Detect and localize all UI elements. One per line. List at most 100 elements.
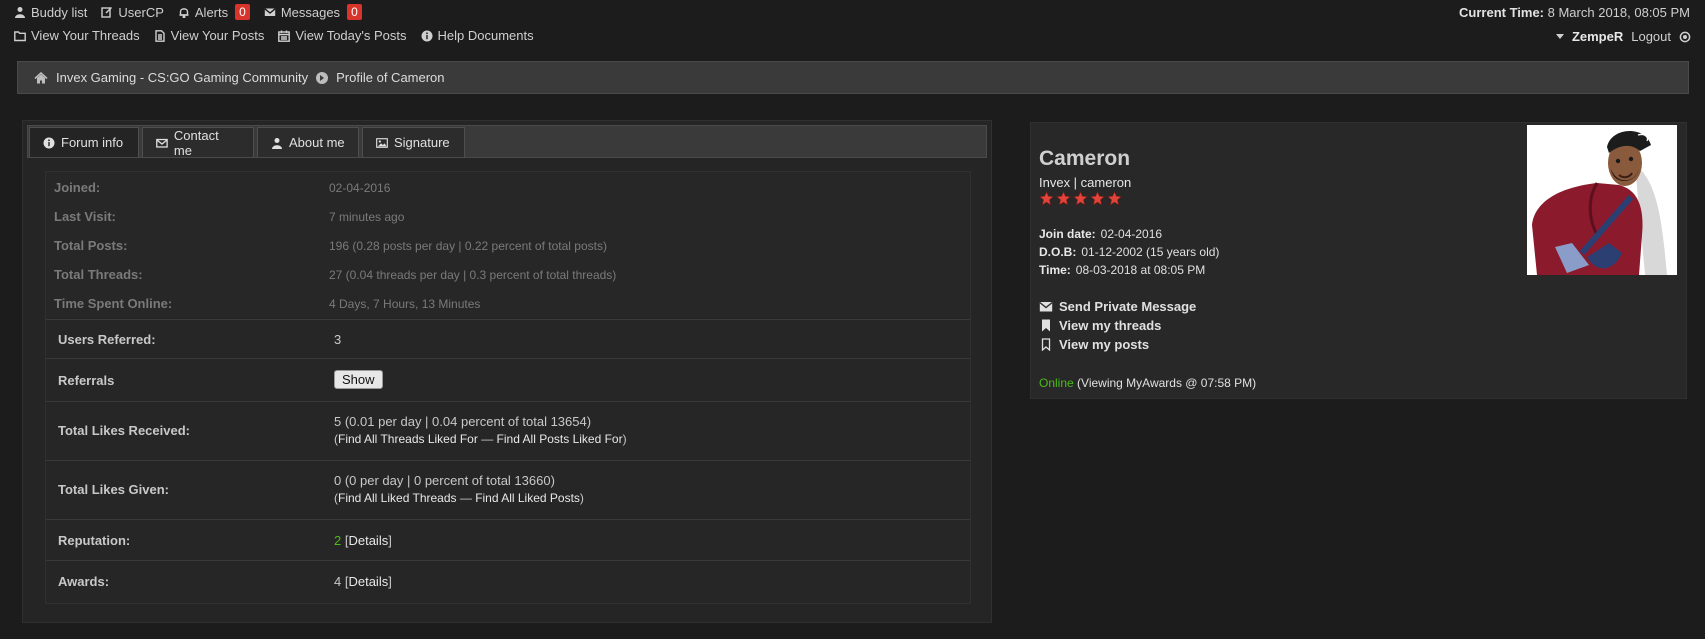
table-row-last-visit: Last Visit: 7 minutes ago xyxy=(46,201,970,230)
likes-given-label: Total Likes Given: xyxy=(58,482,170,497)
awards-value: 4 xyxy=(334,574,342,589)
todays-posts-link[interactable]: View Today's Posts xyxy=(278,28,407,43)
home-icon[interactable] xyxy=(34,71,48,84)
todays-posts-label: View Today's Posts xyxy=(295,28,407,43)
envelope-icon xyxy=(156,138,168,148)
edit-icon xyxy=(101,7,113,18)
find-threads-liked-link[interactable]: Find All Threads Liked For xyxy=(338,432,478,446)
chevron-right-icon xyxy=(316,71,329,84)
view-my-posts-label: View my posts xyxy=(1059,337,1150,352)
profile-usertitle: Invex | cameron xyxy=(1039,175,1132,190)
join-date-label: Join date: xyxy=(1039,227,1096,241)
logout-link[interactable]: Logout xyxy=(1631,29,1671,44)
time-online-label: Time Spent Online: xyxy=(54,296,173,311)
reputation-label: Reputation: xyxy=(58,533,131,548)
table-row-time-online: Time Spent Online: 4 Days, 7 Hours, 13 M… xyxy=(46,288,970,317)
view-my-posts-link[interactable]: View my posts xyxy=(1039,337,1149,352)
send-pm-link[interactable]: Send Private Message xyxy=(1039,299,1196,314)
folder-icon xyxy=(14,30,26,41)
current-time-value: 8 March 2018, 08:05 PM xyxy=(1547,5,1690,20)
find-posts-liked-link[interactable]: Find All Posts Liked For xyxy=(497,432,623,446)
bookmark-icon xyxy=(1042,319,1050,332)
table-row-users-referred: Users Referred: 3 xyxy=(46,319,970,358)
current-time-label: Current Time: xyxy=(1459,5,1545,20)
usercp-link[interactable]: UserCP xyxy=(101,5,164,20)
username-link[interactable]: ZempeR xyxy=(1572,29,1623,44)
join-date-value: 02-04-2016 xyxy=(1100,227,1163,241)
star-icon xyxy=(1107,191,1122,206)
tab-signature[interactable]: Signature xyxy=(362,127,465,157)
avatar[interactable] xyxy=(1527,125,1677,275)
table-row-likes-given: Total Likes Given: 0 (0 per day | 0 perc… xyxy=(46,460,970,519)
avatar-illustration xyxy=(1527,125,1677,275)
total-threads-label: Total Threads: xyxy=(54,267,143,282)
online-activity: (Viewing MyAwards @ 07:58 PM) xyxy=(1077,376,1257,390)
tab-about-me-label: About me xyxy=(289,135,345,150)
top-bar: Buddy list UserCP Alerts 0 Messages 0 Vi… xyxy=(0,0,1705,48)
profile-tabs: Forum info Contact me About me Signature xyxy=(27,125,987,158)
forum-info-table: Joined: 02-04-2016 Last Visit: 7 minutes… xyxy=(45,171,971,604)
breadcrumb-home-link[interactable]: Invex Gaming - CS:GO Gaming Community xyxy=(56,70,308,85)
likes-given-value: 0 (0 per day | 0 percent of total 13660) xyxy=(334,473,555,488)
awards-details-link[interactable]: Details xyxy=(348,574,388,589)
profile-name: Cameron xyxy=(1039,147,1131,170)
messages-count-badge: 0 xyxy=(347,4,362,20)
star-icon xyxy=(1073,191,1088,206)
dob-row: D.O.B: 01-12-2002 (15 years old) xyxy=(1039,245,1219,259)
calendar-icon xyxy=(278,30,291,42)
messages-label: Messages xyxy=(280,4,341,20)
view-threads-label: View Your Threads xyxy=(31,28,140,43)
users-referred-value: 3 xyxy=(334,332,342,347)
joined-label: Joined: xyxy=(54,180,101,195)
likes-received-label: Total Likes Received: xyxy=(58,423,190,438)
help-documents-link[interactable]: Help Documents xyxy=(421,28,534,43)
alerts-link[interactable]: Alerts 0 xyxy=(178,4,250,20)
alerts-count-badge: 0 xyxy=(235,4,250,20)
document-icon xyxy=(154,29,165,42)
top-nav-row: Buddy list UserCP Alerts 0 Messages 0 xyxy=(14,4,362,20)
table-row-reputation: Reputation: 2 [Details] xyxy=(46,519,970,560)
info-icon xyxy=(421,30,432,41)
tab-contact-me[interactable]: Contact me xyxy=(142,127,254,158)
buddy-list-link[interactable]: Buddy list xyxy=(14,5,87,20)
view-posts-label: View Your Posts xyxy=(170,28,265,43)
find-liked-threads-link[interactable]: Find All Liked Threads xyxy=(338,491,457,505)
online-status-label: Online xyxy=(1039,376,1074,390)
find-liked-posts-link[interactable]: Find All Liked Posts xyxy=(475,491,580,505)
view-posts-link[interactable]: View Your Posts xyxy=(154,28,265,43)
caret-down-icon[interactable] xyxy=(1555,34,1564,39)
user-icon xyxy=(15,7,25,18)
users-referred-label: Users Referred: xyxy=(58,332,156,347)
referrals-show-button[interactable]: Show xyxy=(334,370,383,389)
likes-received-value: 5 (0.01 per day | 0.04 percent of total … xyxy=(334,414,592,429)
view-threads-link[interactable]: View Your Threads xyxy=(14,28,140,43)
dob-value: 01-12-2002 (15 years old) xyxy=(1081,245,1220,259)
buddy-list-label: Buddy list xyxy=(31,4,88,20)
help-documents-label: Help Documents xyxy=(437,28,534,43)
total-posts-label: Total Posts: xyxy=(54,238,128,253)
awards-value-wrap: 4 [Details] xyxy=(334,574,392,589)
likes-received-links: (Find All Threads Liked For — Find All P… xyxy=(334,432,627,446)
view-my-threads-link[interactable]: View my threads xyxy=(1039,318,1161,333)
local-time-label: Time: xyxy=(1039,263,1071,277)
user-menu: ZempeR Logout xyxy=(1555,29,1691,44)
tab-contact-me-label: Contact me xyxy=(173,127,219,158)
tab-about-me[interactable]: About me xyxy=(257,127,359,157)
dob-label: D.O.B: xyxy=(1039,245,1077,259)
messages-link[interactable]: Messages 0 xyxy=(264,4,362,20)
bookmark-outline-icon xyxy=(1041,338,1051,351)
last-visit-label: Last Visit: xyxy=(54,209,116,224)
likes-given-links: (Find All Liked Threads — Find All Liked… xyxy=(334,491,584,505)
envelope-icon xyxy=(1039,301,1053,312)
profile-details-panel: Forum info Contact me About me Signature… xyxy=(22,120,992,623)
breadcrumb-current: Profile of Cameron xyxy=(336,70,445,85)
profile-card: Cameron Invex | cameron Join date: 02-04-… xyxy=(1030,122,1687,399)
user-icon xyxy=(272,137,282,149)
power-icon[interactable] xyxy=(1679,31,1691,43)
usercp-label: UserCP xyxy=(118,4,164,20)
online-status: Online (Viewing MyAwards @ 07:58 PM) xyxy=(1039,376,1256,390)
tab-forum-info[interactable]: Forum info xyxy=(29,127,139,157)
joined-value: 02-04-2016 xyxy=(329,181,391,195)
tab-forum-info-label: Forum info xyxy=(61,135,124,150)
reputation-details-link[interactable]: Details xyxy=(348,533,388,548)
